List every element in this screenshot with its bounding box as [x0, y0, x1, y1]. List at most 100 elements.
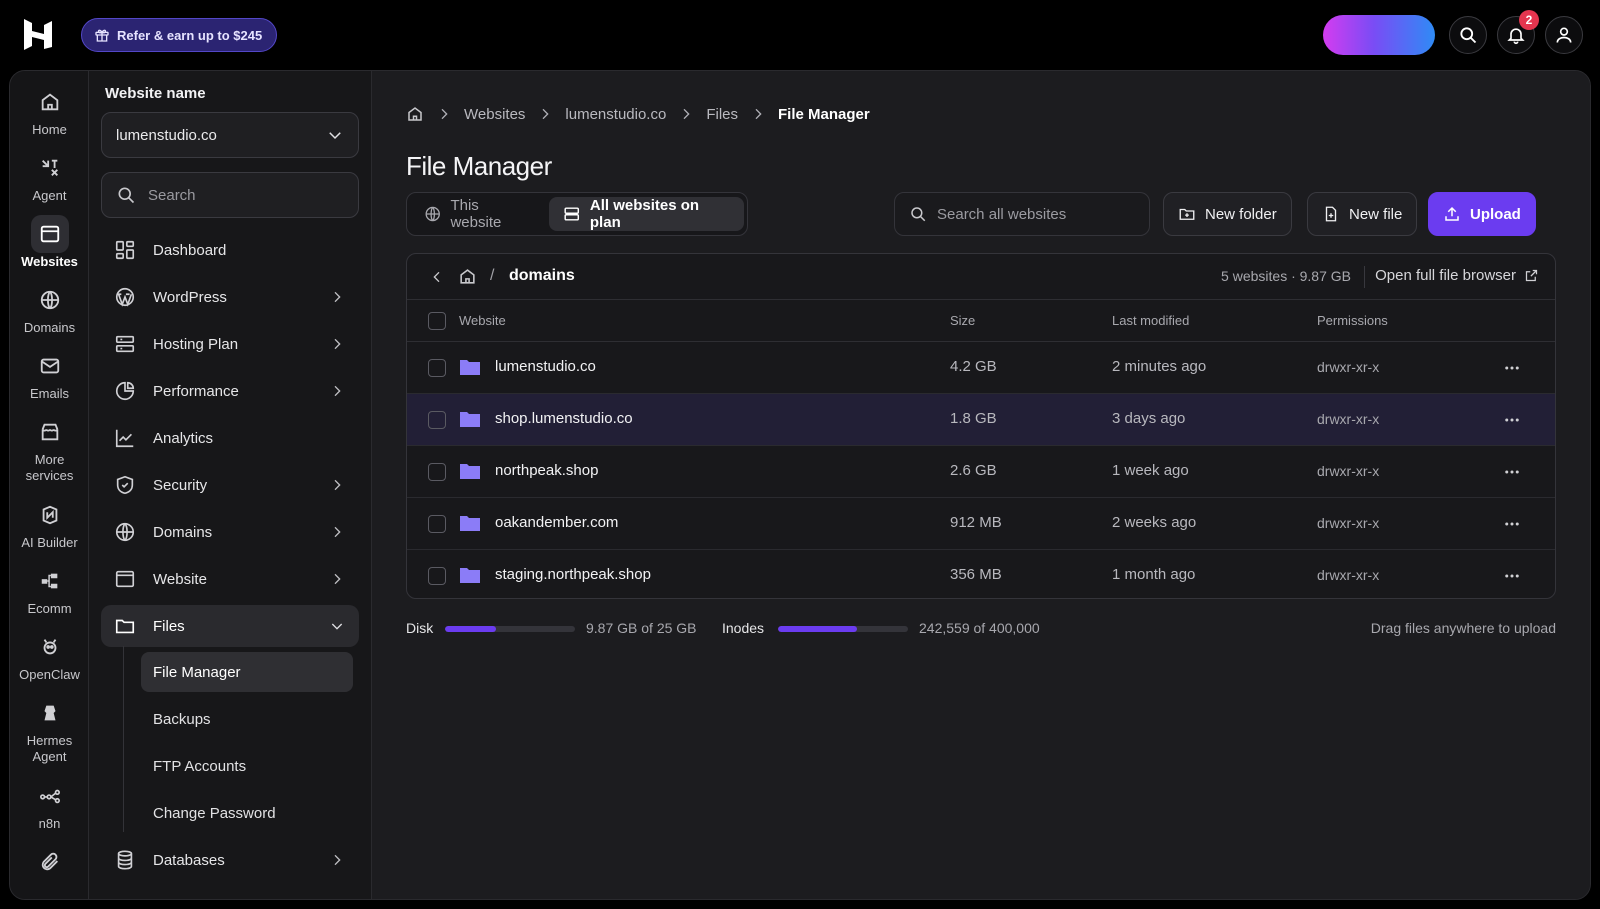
- search-all-websites-input[interactable]: Search all websites: [894, 192, 1150, 236]
- hostinger-logo[interactable]: [22, 17, 54, 51]
- row-size: 356 MB: [950, 566, 1002, 583]
- table-row[interactable]: northpeak.shop 2.6 GB 1 week ago drwxr-x…: [407, 446, 1555, 498]
- row-checkbox[interactable]: [428, 359, 446, 377]
- sidebar-subitem-backups[interactable]: Backups: [141, 699, 353, 739]
- ecomm-icon: [41, 573, 57, 589]
- column-last-modified[interactable]: Last modified: [1112, 313, 1189, 328]
- search-icon: [911, 207, 926, 222]
- sidebar-item-performance[interactable]: Performance: [101, 370, 359, 412]
- table-row[interactable]: shop.lumenstudio.co 1.8 GB 3 days ago dr…: [407, 394, 1555, 446]
- paperclip-icon: [41, 852, 58, 871]
- row-permissions: drwxr-xr-x: [1317, 411, 1380, 427]
- rail-item-n8n[interactable]: n8n: [10, 777, 89, 832]
- sidebar-item-analytics[interactable]: Analytics: [101, 417, 359, 459]
- search-button[interactable]: [1449, 16, 1487, 54]
- chevron-right-icon: [334, 385, 341, 397]
- breadcrumb-website[interactable]: lumenstudio.co: [565, 106, 666, 123]
- rail-item-attachments[interactable]: [10, 843, 89, 882]
- path-separator: /: [490, 267, 495, 284]
- sidebar-item-wordpress[interactable]: WordPress: [101, 276, 359, 318]
- promo-gradient-button[interactable]: [1323, 15, 1435, 55]
- search-all-placeholder: Search all websites: [937, 205, 1067, 223]
- sidebar-subitem-ftp-accounts[interactable]: FTP Accounts: [141, 746, 353, 786]
- row-modified: 2 minutes ago: [1112, 358, 1207, 375]
- folder-icon: [460, 412, 480, 427]
- rail-item-emails[interactable]: Emails: [10, 347, 89, 402]
- browser-window-icon: [115, 570, 135, 588]
- server-icon: [115, 335, 135, 353]
- row-checkbox[interactable]: [428, 515, 446, 533]
- table-row[interactable]: lumenstudio.co 4.2 GB 2 minutes ago drwx…: [407, 342, 1555, 394]
- chevron-right-icon: [755, 108, 762, 120]
- more-horizontal-icon[interactable]: [1503, 463, 1521, 481]
- row-checkbox[interactable]: [428, 411, 446, 429]
- app-shell: Home Agent Websites Domains Emails More …: [9, 70, 1591, 900]
- rail-item-agent[interactable]: Agent: [10, 149, 89, 204]
- more-horizontal-icon[interactable]: [1503, 411, 1521, 429]
- row-name: northpeak.shop: [495, 462, 599, 479]
- rail-item-hermes-agent[interactable]: Hermes Agent: [10, 694, 89, 765]
- folder-icon: [460, 568, 480, 583]
- more-horizontal-icon[interactable]: [1503, 515, 1521, 533]
- breadcrumb-websites[interactable]: Websites: [464, 106, 525, 123]
- chevron-right-icon: [334, 338, 341, 350]
- open-full-browser-link[interactable]: Open full file browser: [1375, 267, 1539, 284]
- disk-usage-bar: [445, 626, 575, 632]
- breadcrumb: Websites lumenstudio.co Files File Manag…: [406, 105, 870, 123]
- rail-item-ecomm[interactable]: Ecomm: [10, 562, 89, 617]
- folder-icon: [460, 360, 480, 375]
- notifications-button[interactable]: 2: [1497, 10, 1539, 54]
- row-modified: 3 days ago: [1112, 410, 1186, 427]
- sidebar-item-dashboard[interactable]: Dashboard: [101, 229, 359, 271]
- column-website[interactable]: Website: [459, 313, 506, 328]
- home-icon[interactable]: [406, 105, 424, 123]
- row-checkbox[interactable]: [428, 463, 446, 481]
- select-all-checkbox[interactable]: [428, 312, 446, 330]
- table-row[interactable]: oakandember.com 912 MB 2 weeks ago drwxr…: [407, 498, 1555, 550]
- website-select[interactable]: lumenstudio.co: [101, 112, 359, 158]
- column-permissions[interactable]: Permissions: [1317, 313, 1388, 328]
- upload-button[interactable]: Upload: [1428, 192, 1536, 236]
- row-permissions: drwxr-xr-x: [1317, 567, 1380, 583]
- rail-item-more-services[interactable]: More services: [10, 413, 89, 484]
- sidebar-item-security[interactable]: Security: [101, 464, 359, 506]
- breadcrumb-files[interactable]: Files: [706, 106, 738, 123]
- row-size: 912 MB: [950, 514, 1002, 531]
- agent-icon: [41, 159, 58, 176]
- inodes-usage-fill: [778, 626, 858, 632]
- rail-item-domains[interactable]: Domains: [10, 281, 89, 336]
- sidebar-item-website[interactable]: Website: [101, 558, 359, 600]
- rail-item-home[interactable]: Home: [10, 83, 89, 138]
- new-file-button[interactable]: New file: [1307, 192, 1418, 236]
- rail-item-openclaw[interactable]: OpenClaw: [10, 628, 89, 683]
- more-horizontal-icon[interactable]: [1503, 567, 1521, 585]
- row-permissions: drwxr-xr-x: [1317, 463, 1380, 479]
- sidebar-subitem-file-manager[interactable]: File Manager: [141, 652, 353, 692]
- rail-item-websites[interactable]: Websites: [10, 215, 89, 270]
- more-horizontal-icon[interactable]: [1503, 359, 1521, 377]
- sidebar-item-hosting-plan[interactable]: Hosting Plan: [101, 323, 359, 365]
- chevron-left-icon[interactable]: [429, 269, 445, 285]
- hermes-icon: [44, 705, 55, 721]
- notification-badge: 2: [1519, 10, 1539, 30]
- account-button[interactable]: [1545, 16, 1583, 54]
- sidebar-search-input[interactable]: Search: [101, 172, 359, 218]
- row-checkbox[interactable]: [428, 567, 446, 585]
- sidebar-item-domains[interactable]: Domains: [101, 511, 359, 553]
- sidebar-item-files[interactable]: Files: [101, 605, 359, 647]
- table-row[interactable]: staging.northpeak.shop 356 MB 1 month ag…: [407, 550, 1555, 598]
- refer-earn-button[interactable]: Refer & earn up to $245: [81, 18, 278, 52]
- inodes-value: 242,559 of 400,000: [919, 620, 1040, 636]
- rail-item-ai-builder[interactable]: AI Builder: [10, 496, 89, 551]
- home-icon[interactable]: [458, 267, 477, 286]
- website-sidebar: Website name lumenstudio.co Search Dashb…: [89, 71, 372, 899]
- column-size[interactable]: Size: [950, 313, 975, 328]
- file-plus-icon: [1325, 206, 1337, 222]
- new-folder-button[interactable]: New folder: [1163, 192, 1292, 236]
- tab-all-websites[interactable]: All websites on plan: [549, 197, 744, 231]
- sidebar-item-databases[interactable]: Databases: [101, 839, 359, 881]
- tab-this-website[interactable]: This website: [410, 197, 545, 231]
- chevron-right-icon: [334, 573, 341, 585]
- sidebar-subitem-change-password[interactable]: Change Password: [141, 793, 353, 833]
- dashboard-icon: [115, 240, 135, 260]
